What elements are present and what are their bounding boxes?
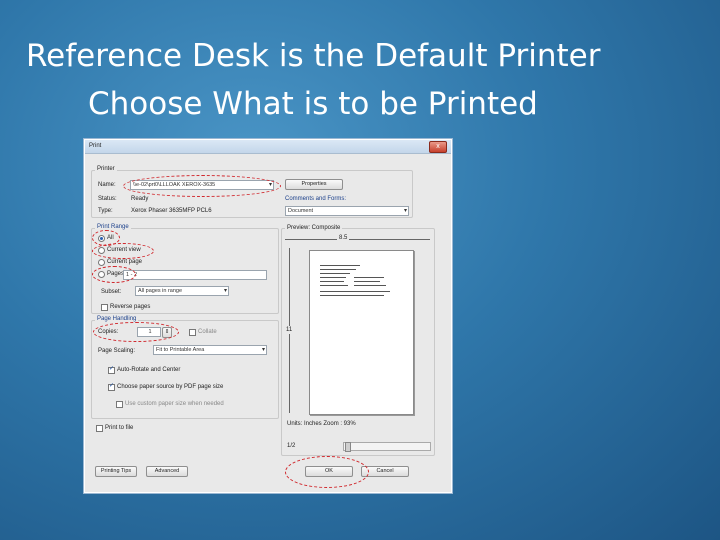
dialog-title: Print [89,143,102,149]
slider-thumb[interactable] [345,442,351,452]
preview-page [309,250,414,415]
printer-type-label: Type: [98,208,113,214]
print-to-file-label: Print to file [105,425,134,431]
printing-tips-button[interactable]: Printing Tips [95,466,137,477]
properties-button[interactable]: Properties [285,179,343,190]
dialog-titlebar: Print x [85,140,451,154]
reverse-pages-label: Reverse pages [110,304,151,310]
printer-section-label: Printer [95,166,117,172]
preview-width-dimension [285,239,430,240]
slide-title-line1: Reference Desk is the Default Printer [26,38,601,74]
custom-paper-checkbox[interactable] [116,401,123,408]
annotation-ellipse-pages [92,266,136,283]
auto-rotate-label: Auto-Rotate and Center [117,367,181,373]
reverse-pages-checkbox[interactable] [101,304,108,311]
custom-paper-label: Use custom paper size when needed [125,401,224,407]
collate-checkbox[interactable] [189,329,196,336]
preview-page-slider[interactable] [343,442,431,452]
annotation-ellipse-current-view [92,243,154,259]
printer-type-value: Xerox Phaser 3635MFP PCL6 [131,208,212,214]
subset-select[interactable]: All pages in range [135,286,229,296]
comments-forms-select[interactable]: Document [285,206,409,216]
page-scaling-label: Page Scaling: [98,348,136,354]
preview-page-indicator: 1/2 [287,443,296,449]
collate-label: Collate [198,329,217,335]
annotation-ellipse-printer-name [123,175,281,197]
paper-source-label: Choose paper source by PDF page size [117,384,224,390]
print-range-section-label: Print Range [95,224,131,230]
radio-current-page[interactable] [98,259,105,266]
print-dialog-screenshot: Print x Printer Name: \\e-02\prt0\LLLOAK… [84,139,452,493]
preview-width-label: 8.5 [337,235,350,241]
printer-status-value: Ready [131,196,149,202]
radio-current-page-label: Current page [107,259,143,265]
advanced-button[interactable]: Advanced [146,466,188,477]
pages-input[interactable]: 1 - 2 [123,270,267,280]
slide-title: Reference Desk is the Default Printer Ch… [0,32,720,128]
preview-units-zoom: Units: Inches Zoom : 93% [287,421,356,427]
printer-name-label: Name: [98,182,116,188]
print-to-file-checkbox[interactable] [96,425,103,432]
annotation-ellipse-ok [285,456,369,488]
slide-title-line2: Choose What is to be Printed [88,86,538,122]
annotation-ellipse-copies [93,322,179,342]
comments-forms-label: Comments and Forms: [285,196,347,202]
auto-rotate-checkbox[interactable] [108,365,115,374]
close-button[interactable]: x [429,141,447,153]
page-scaling-select[interactable]: Fit to Printable Area [153,345,267,355]
paper-source-checkbox[interactable] [108,382,115,391]
subset-label: Subset: [101,289,122,295]
preview-section-label: Preview: Composite [285,225,343,231]
printer-status-label: Status: [98,196,117,202]
preview-height-label: 11 [286,326,293,334]
